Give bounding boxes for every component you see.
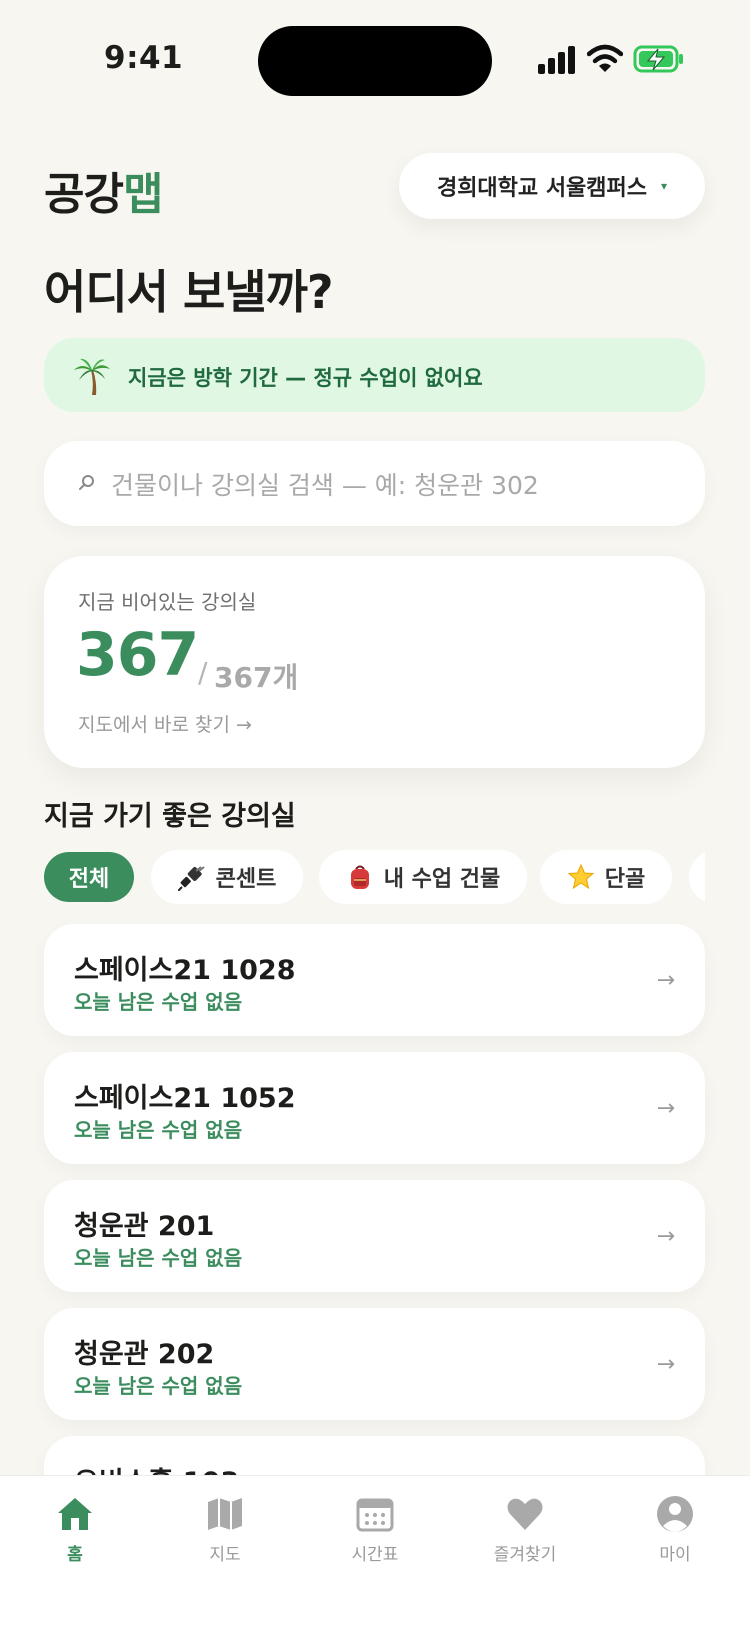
home-icon [58, 1498, 92, 1530]
brand-accent-text: 맵 [122, 169, 163, 220]
count-separator: / [198, 656, 208, 689]
filter-chips: 전체 콘센트 내 수업 건물 단골 [44, 850, 705, 906]
tab-my[interactable]: 마이 [615, 1494, 735, 1565]
arrow-right-icon: → [656, 1352, 675, 1377]
heart-icon [507, 1498, 543, 1530]
star-icon [567, 863, 595, 890]
tab-map[interactable]: 지도 [165, 1494, 285, 1565]
filter-chip-outlet[interactable]: 콘센트 [151, 850, 303, 904]
filter-chip-more[interactable] [689, 850, 705, 904]
chip-label: 내 수업 건물 [383, 867, 501, 892]
empty-rooms-count: 367 [76, 620, 199, 690]
tab-favorites[interactable]: 즐겨찾기 [465, 1494, 585, 1565]
filter-chip-all[interactable]: 전체 [44, 852, 134, 902]
total-rooms-count: 367개 [214, 661, 299, 694]
room-status: 오늘 남은 수업 없음 [74, 990, 243, 1014]
room-name: 스페이스21 1028 [74, 955, 296, 986]
brand-text: 공강 [44, 169, 124, 220]
chip-label: 전체 [68, 867, 110, 892]
chevron-down-icon: ▾ [661, 179, 668, 193]
room-list-item[interactable]: 스페이스21 1052 오늘 남은 수업 없음 → [44, 1052, 705, 1164]
signal-icon [538, 46, 575, 74]
arrow-right-icon: → [656, 1224, 675, 1249]
filter-chip-my-class-building[interactable]: 내 수업 건물 [319, 850, 527, 904]
vacation-notice-banner: 지금은 방학 기간 — 정규 수업이 없어요 [44, 338, 705, 412]
bottom-tab-bar: 홈 지도 시간표 즐겨찾기 마이 [0, 1475, 750, 1632]
room-name: 청운관 201 [74, 1211, 215, 1242]
empty-rooms-label: 지금 비어있는 강의실 [78, 590, 257, 614]
tab-label: 지도 [209, 1545, 241, 1565]
find-on-map-link[interactable]: 지도에서 바로 찾기 → [78, 710, 252, 737]
room-name: 청운관 202 [74, 1339, 215, 1370]
filter-chip-favorite-spot[interactable]: 단골 [540, 850, 672, 904]
chip-label: 콘센트 [215, 867, 277, 892]
campus-label: 경희대학교 서울캠퍼스 [436, 176, 648, 201]
room-name: 스페이스21 1052 [74, 1083, 296, 1114]
tab-home[interactable]: 홈 [15, 1494, 135, 1565]
room-list-item[interactable]: 청운관 201 오늘 남은 수업 없음 → [44, 1180, 705, 1292]
status-bar: 9:41 [0, 0, 750, 120]
map-icon [208, 1498, 242, 1530]
tab-label: 시간표 [351, 1545, 399, 1565]
arrow-right-icon: → [656, 1096, 675, 1121]
plug-icon [177, 866, 205, 891]
arrow-right-icon: → [656, 968, 675, 993]
chip-label: 단골 [604, 867, 646, 892]
empty-rooms-card[interactable]: 지금 비어있는 강의실 367 / 367개 지도에서 바로 찾기 → [44, 556, 705, 768]
search-bar[interactable] [44, 441, 705, 526]
battery-charging-icon [633, 45, 683, 73]
notice-text: 지금은 방학 기간 — 정규 수업이 없어요 [128, 366, 483, 390]
app-logo: 공강맵 [44, 158, 163, 222]
room-list-item[interactable]: 스페이스21 1028 오늘 남은 수업 없음 → [44, 924, 705, 1036]
backpack-icon [350, 865, 369, 889]
room-status: 오늘 남은 수업 없음 [74, 1118, 243, 1142]
tab-label: 홈 [67, 1545, 83, 1565]
search-input[interactable] [109, 461, 673, 509]
tab-timetable[interactable]: 시간표 [315, 1494, 435, 1565]
tab-label: 즐겨찾기 [493, 1545, 557, 1565]
calendar-icon [356, 1498, 394, 1532]
search-icon [79, 475, 94, 490]
dynamic-island [258, 26, 492, 96]
palm-tree-icon [74, 358, 110, 395]
campus-selector-button[interactable]: 경희대학교 서울캠퍼스 ▾ [399, 153, 705, 219]
section-title: 지금 가기 좋은 강의실 [44, 801, 296, 832]
room-list-item[interactable]: 청운관 202 오늘 남은 수업 없음 → [44, 1308, 705, 1420]
wifi-icon [587, 44, 623, 72]
page-title: 어디서 보낼까? [44, 265, 334, 319]
tab-label: 마이 [659, 1545, 691, 1565]
status-time: 9:41 [104, 40, 184, 76]
room-status: 오늘 남은 수업 없음 [74, 1374, 243, 1398]
room-status: 오늘 남은 수업 없음 [74, 1246, 243, 1270]
person-icon [657, 1496, 693, 1532]
